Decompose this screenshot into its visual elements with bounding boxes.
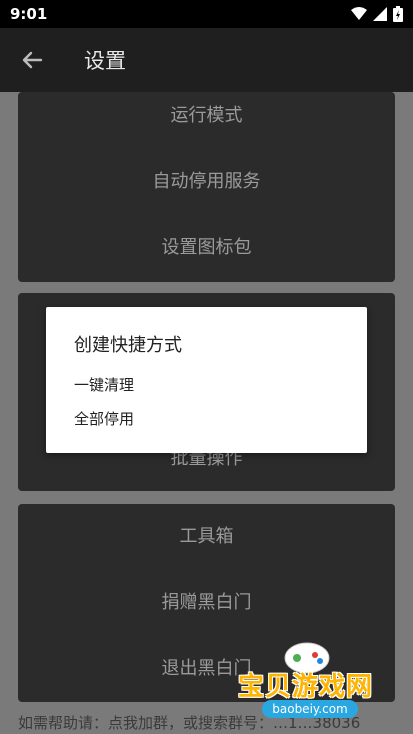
menu-item-icon-pack[interactable]: 设置图标包 bbox=[18, 226, 395, 270]
menu-item-toolbox[interactable]: 工具箱 bbox=[18, 515, 395, 559]
wifi-icon bbox=[351, 7, 367, 20]
menu-item-run-mode[interactable]: 运行模式 bbox=[18, 94, 395, 138]
signal-icon bbox=[373, 7, 387, 21]
dialog-title: 创建快捷方式 bbox=[74, 335, 182, 356]
watermark-url: baobeiy.com bbox=[262, 700, 358, 718]
watermark: 宝贝游戏网 baobeiy.com bbox=[232, 636, 392, 726]
settings-card-general: 运行模式 自动停用服务 设置图标包 bbox=[18, 92, 395, 282]
watermark-logo-text: 宝贝游戏网 bbox=[238, 672, 374, 702]
status-time: 9:01 bbox=[10, 5, 48, 23]
app-bar: 设置 bbox=[0, 28, 413, 92]
dialog-option-one-click-clean[interactable]: 一键清理 bbox=[74, 374, 134, 395]
page-title: 设置 bbox=[84, 49, 126, 73]
dialog-option-disable-all[interactable]: 全部停用 bbox=[74, 408, 134, 429]
back-arrow-icon[interactable] bbox=[18, 46, 46, 74]
menu-item-donate[interactable]: 捐赠黑白门 bbox=[18, 581, 395, 625]
status-bar: 9:01 bbox=[0, 0, 413, 28]
create-shortcut-dialog: 创建快捷方式 一键清理 全部停用 bbox=[46, 307, 367, 453]
status-icons bbox=[351, 6, 403, 22]
menu-item-auto-disable-service[interactable]: 自动停用服务 bbox=[18, 160, 395, 204]
battery-icon bbox=[393, 6, 403, 22]
